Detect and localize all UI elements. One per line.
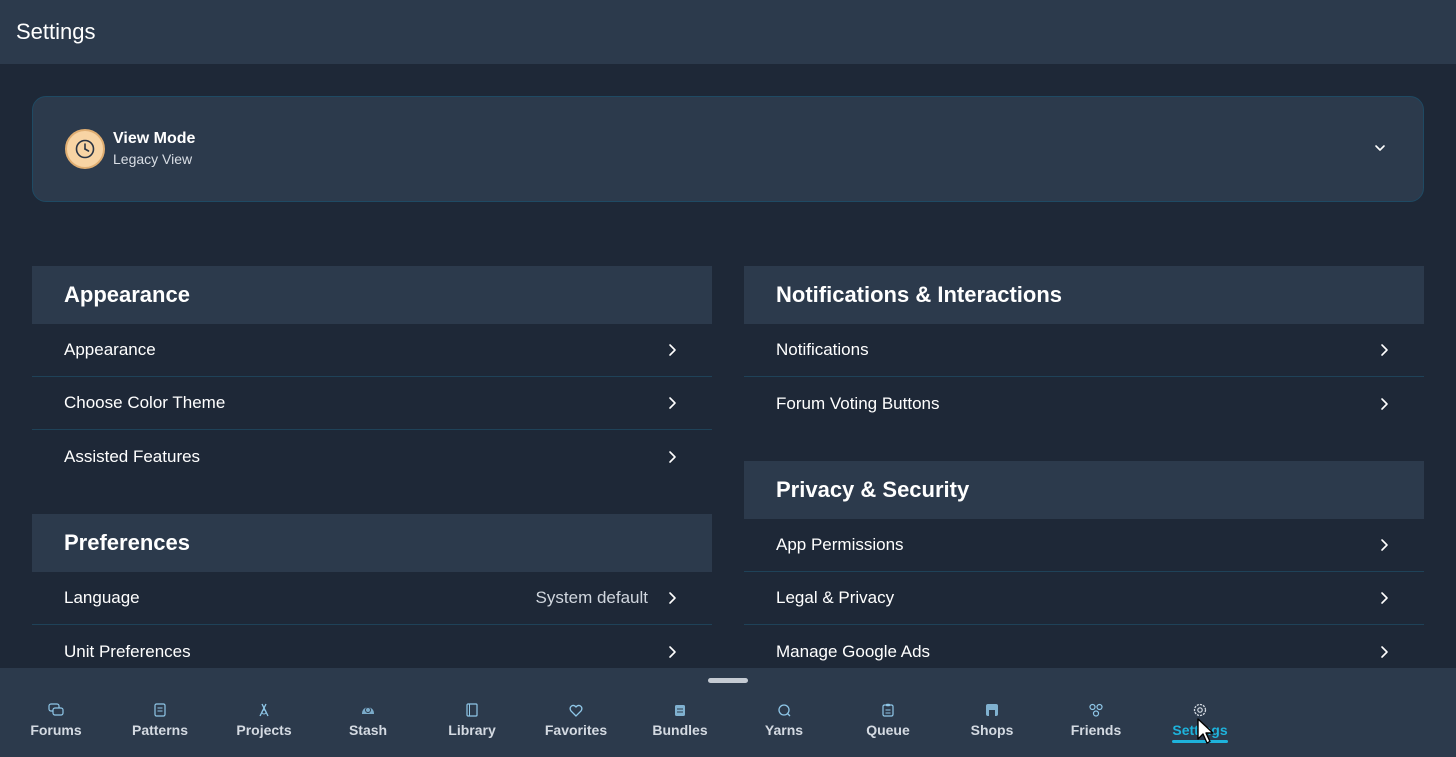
gear-icon (1192, 702, 1208, 718)
bundles-icon (672, 702, 688, 718)
nav-label: Bundles (652, 722, 708, 738)
nav-projects[interactable]: Projects (212, 702, 316, 746)
patterns-icon (152, 702, 168, 718)
section-header: Privacy & Security (744, 461, 1424, 519)
settings-row-notifications[interactable]: Notifications (744, 324, 1424, 377)
page-title: Settings (16, 19, 96, 44)
nav-yarns[interactable]: Yarns (732, 702, 836, 746)
chevron-right-icon (1376, 590, 1392, 606)
shop-icon (984, 702, 1000, 718)
notifications-section: Notifications & Interactions Notificatio… (744, 266, 1424, 430)
nav-label: Yarns (764, 722, 804, 738)
nav-label: Patterns (131, 722, 189, 738)
chevron-right-icon (1376, 644, 1392, 660)
bottom-nav: Forums Patterns Projects Stash Library F… (0, 668, 1456, 757)
section-header: Notifications & Interactions (744, 266, 1424, 324)
yarn-icon (776, 702, 792, 718)
library-icon (464, 702, 480, 718)
mouse-cursor-icon (1197, 718, 1214, 744)
row-label: Choose Color Theme (64, 393, 226, 412)
forums-icon (48, 702, 64, 718)
chevron-right-icon (664, 449, 680, 465)
chevron-right-icon (664, 395, 680, 411)
row-label: App Permissions (776, 535, 904, 554)
settings-row-forum-voting[interactable]: Forum Voting Buttons (744, 377, 1424, 430)
row-label: Manage Google Ads (776, 641, 931, 661)
appearance-section: Appearance Appearance Choose Color Theme… (32, 266, 712, 483)
settings-row-color-theme[interactable]: Choose Color Theme (32, 377, 712, 430)
projects-icon (256, 702, 272, 718)
nav-label: Friends (1070, 722, 1122, 738)
row-label: Language (64, 588, 140, 607)
row-label: Appearance (64, 340, 156, 359)
nav-label: Library (448, 722, 496, 738)
row-label: Forum Voting Buttons (776, 393, 940, 413)
nav-label: Shops (970, 722, 1014, 738)
chevron-down-icon[interactable] (1373, 141, 1387, 160)
row-label: Unit Preferences (64, 641, 191, 661)
nav-stash[interactable]: Stash (316, 702, 420, 746)
nav-friends[interactable]: Friends (1044, 702, 1148, 746)
language-value: System default (535, 588, 648, 607)
nav-label: Stash (348, 722, 388, 738)
row-label: Notifications (776, 340, 869, 359)
friends-icon (1088, 702, 1104, 718)
nav-library[interactable]: Library (420, 702, 524, 746)
settings-row-app-permissions[interactable]: App Permissions (744, 519, 1424, 572)
section-header: Preferences (32, 514, 712, 572)
stash-icon (360, 702, 376, 718)
settings-row-legal-privacy[interactable]: Legal & Privacy (744, 572, 1424, 625)
chevron-right-icon (664, 590, 680, 606)
nav-shops[interactable]: Shops (940, 702, 1044, 746)
settings-row-appearance[interactable]: Appearance (32, 324, 712, 377)
row-label: Assisted Features (64, 446, 201, 466)
preferences-section: Preferences Language System default Unit… (32, 514, 712, 678)
row-label: Legal & Privacy (776, 588, 895, 607)
nav-bundles[interactable]: Bundles (628, 702, 732, 746)
nav-label: Forums (30, 722, 82, 738)
nav-forums[interactable]: Forums (4, 702, 108, 746)
section-header: Appearance (32, 266, 712, 324)
nav-label: Favorites (544, 722, 608, 738)
chevron-right-icon (664, 644, 680, 660)
privacy-section: Privacy & Security App Permissions Legal… (744, 461, 1424, 678)
settings-row-assisted-features[interactable]: Assisted Features (32, 430, 712, 483)
chevron-right-icon (664, 342, 680, 358)
view-mode-dropdown[interactable]: View Mode Legacy View (32, 96, 1424, 202)
view-mode-title: View Mode (113, 130, 196, 147)
chevron-right-icon (1376, 537, 1392, 553)
chevron-right-icon (1376, 396, 1392, 412)
heart-icon (568, 702, 584, 718)
queue-icon (880, 702, 896, 718)
chevron-right-icon (1376, 342, 1392, 358)
clock-icon (65, 129, 105, 169)
nav-patterns[interactable]: Patterns (108, 702, 212, 746)
nav-queue[interactable]: Queue (836, 702, 940, 746)
nav-label: Queue (866, 722, 910, 738)
view-mode-value: Legacy View (113, 151, 193, 167)
nav-label: Projects (236, 722, 292, 738)
settings-row-language[interactable]: Language System default (32, 572, 712, 625)
nav-favorites[interactable]: Favorites (524, 702, 628, 746)
top-bar: Settings (0, 0, 1456, 64)
drag-handle[interactable] (708, 678, 748, 683)
